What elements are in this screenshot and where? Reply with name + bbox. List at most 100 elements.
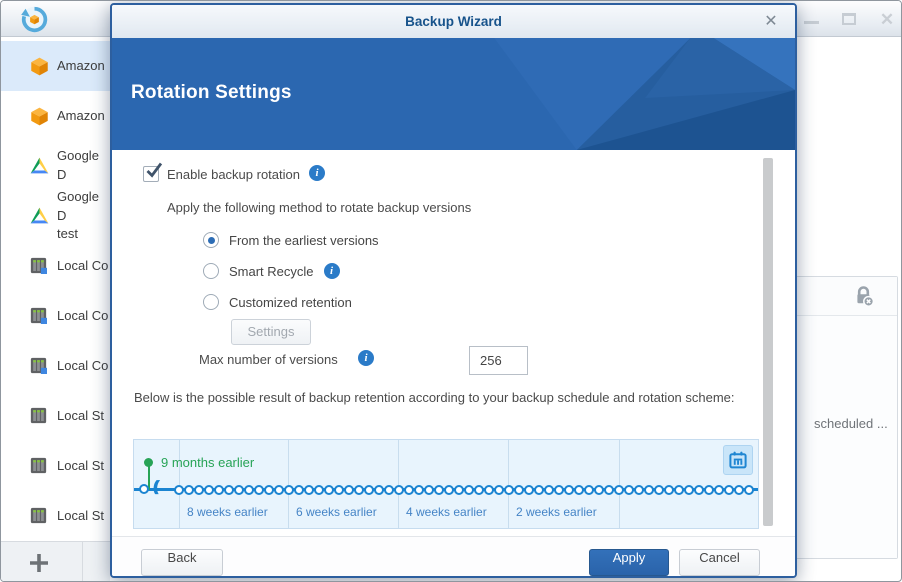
version-dot	[374, 484, 384, 495]
maximize-icon[interactable]	[841, 11, 857, 27]
google-drive-icon	[30, 157, 49, 176]
radio-button[interactable]	[203, 294, 219, 310]
sidebar-item[interactable]: Amazon	[1, 41, 110, 91]
backup-task-sidebar: Amazon Amazon Google D Google D test Loc…	[1, 37, 110, 581]
sidebar-item[interactable]: Local Co	[1, 241, 110, 291]
version-dot	[414, 484, 424, 495]
max-versions-input[interactable]	[469, 346, 528, 375]
version-dot	[174, 484, 184, 495]
sidebar-item-label: Local St	[57, 507, 104, 523]
sidebar-item-label: Local St	[57, 407, 104, 423]
sidebar-item[interactable]: Local Co	[1, 341, 110, 391]
apply-button[interactable]: Apply	[589, 549, 669, 576]
version-dot	[264, 484, 274, 495]
hyper-backup-app-icon	[21, 6, 48, 33]
version-dot	[484, 484, 494, 495]
version-dot	[294, 484, 304, 495]
sidebar-item[interactable]: Local St	[1, 391, 110, 441]
sidebar-item[interactable]: Google D	[1, 141, 110, 191]
version-dot	[274, 484, 284, 495]
lock-disabled-icon[interactable]	[853, 285, 875, 307]
minimize-icon[interactable]	[803, 11, 819, 27]
version-dot	[504, 484, 514, 495]
sidebar-item-label: Local Co	[57, 257, 109, 273]
version-dot	[344, 484, 354, 495]
local-server-sync-icon	[30, 257, 49, 276]
enable-rotation-checkbox[interactable]	[143, 162, 163, 182]
amazon-icon	[30, 57, 49, 76]
cancel-button[interactable]: Cancel	[679, 549, 760, 576]
enable-rotation-label: Enable backup rotation	[167, 167, 300, 182]
version-dot	[454, 484, 464, 495]
version-dot	[284, 484, 294, 495]
google-drive-icon	[30, 207, 49, 226]
sidebar-item-label: Amazon	[57, 107, 105, 123]
version-dot	[139, 484, 149, 494]
info-icon[interactable]: i	[323, 263, 340, 279]
version-dot	[734, 484, 744, 495]
version-dot	[604, 484, 614, 495]
info-icon[interactable]: i	[309, 165, 325, 181]
version-dot	[474, 484, 484, 495]
version-dot	[684, 484, 694, 495]
version-dot	[594, 484, 604, 495]
add-task-button[interactable]	[27, 551, 51, 575]
version-dot	[704, 484, 714, 495]
version-dot	[444, 484, 454, 495]
content-scrollbar[interactable]	[763, 158, 773, 526]
timeline-tick-label: 6 weeks earlier	[296, 505, 377, 519]
backup-wizard-dialog: Backup Wizard ✕ Rotation Settings Enable…	[110, 3, 797, 578]
version-dot	[534, 484, 544, 495]
version-dot	[584, 484, 594, 495]
rotation-method-option: Customized retention	[203, 293, 352, 311]
version-dot	[744, 484, 754, 495]
result-note: Below is the possible result of backup r…	[134, 390, 735, 405]
version-dot	[204, 484, 214, 495]
radio-button[interactable]	[203, 232, 219, 248]
version-dot	[674, 484, 684, 495]
version-dot	[394, 484, 404, 495]
sidebar-item[interactable]: Amazon	[1, 91, 110, 141]
back-button[interactable]: Back	[141, 549, 223, 576]
version-dot	[434, 484, 444, 495]
rotation-method-option: Smart Recycle i	[203, 262, 340, 280]
sidebar-item[interactable]: Google D test	[1, 189, 110, 241]
local-server-icon	[30, 457, 49, 476]
version-dot	[724, 484, 734, 495]
hyper-backup-window: ✕ Amazon Amazon Google D Google D test L…	[0, 0, 902, 582]
version-dot	[714, 484, 724, 495]
version-dot	[554, 484, 564, 495]
dialog-close-icon[interactable]: ✕	[761, 11, 781, 31]
version-dot	[254, 484, 264, 495]
footer-divider	[82, 542, 83, 581]
version-dot	[494, 484, 504, 495]
timeline-tick-label: 8 weeks earlier	[187, 505, 268, 519]
version-dot	[464, 484, 474, 495]
sidebar-item[interactable]: Local St	[1, 441, 110, 491]
version-dot	[424, 484, 434, 495]
method-intro: Apply the following method to rotate bac…	[167, 200, 472, 215]
version-dot	[214, 484, 224, 495]
sidebar-item-label: Google D	[57, 148, 99, 182]
window-close-icon[interactable]: ✕	[879, 11, 895, 28]
version-dot	[334, 484, 344, 495]
dialog-titlebar: Backup Wizard ✕	[112, 5, 795, 38]
info-icon[interactable]: i	[358, 350, 374, 366]
version-dot	[654, 484, 664, 495]
calendar-icon[interactable]	[723, 445, 753, 475]
sidebar-footer	[1, 541, 110, 581]
version-dot	[234, 484, 244, 495]
sidebar-item[interactable]: Local St	[1, 491, 110, 541]
version-dot	[324, 484, 334, 495]
settings-button[interactable]: Settings	[231, 319, 311, 345]
version-dot	[544, 484, 554, 495]
version-dot	[624, 484, 634, 495]
sidebar-item-label: Local St	[57, 457, 104, 473]
local-server-icon	[30, 407, 49, 426]
rotation-method-option: From the earliest versions	[203, 231, 379, 249]
version-dot	[244, 484, 254, 495]
dialog-content: Enable backup rotation i Apply the follo…	[112, 150, 795, 536]
sidebar-item[interactable]: Local Co	[1, 291, 110, 341]
version-dot	[664, 484, 674, 495]
radio-button[interactable]	[203, 263, 219, 279]
